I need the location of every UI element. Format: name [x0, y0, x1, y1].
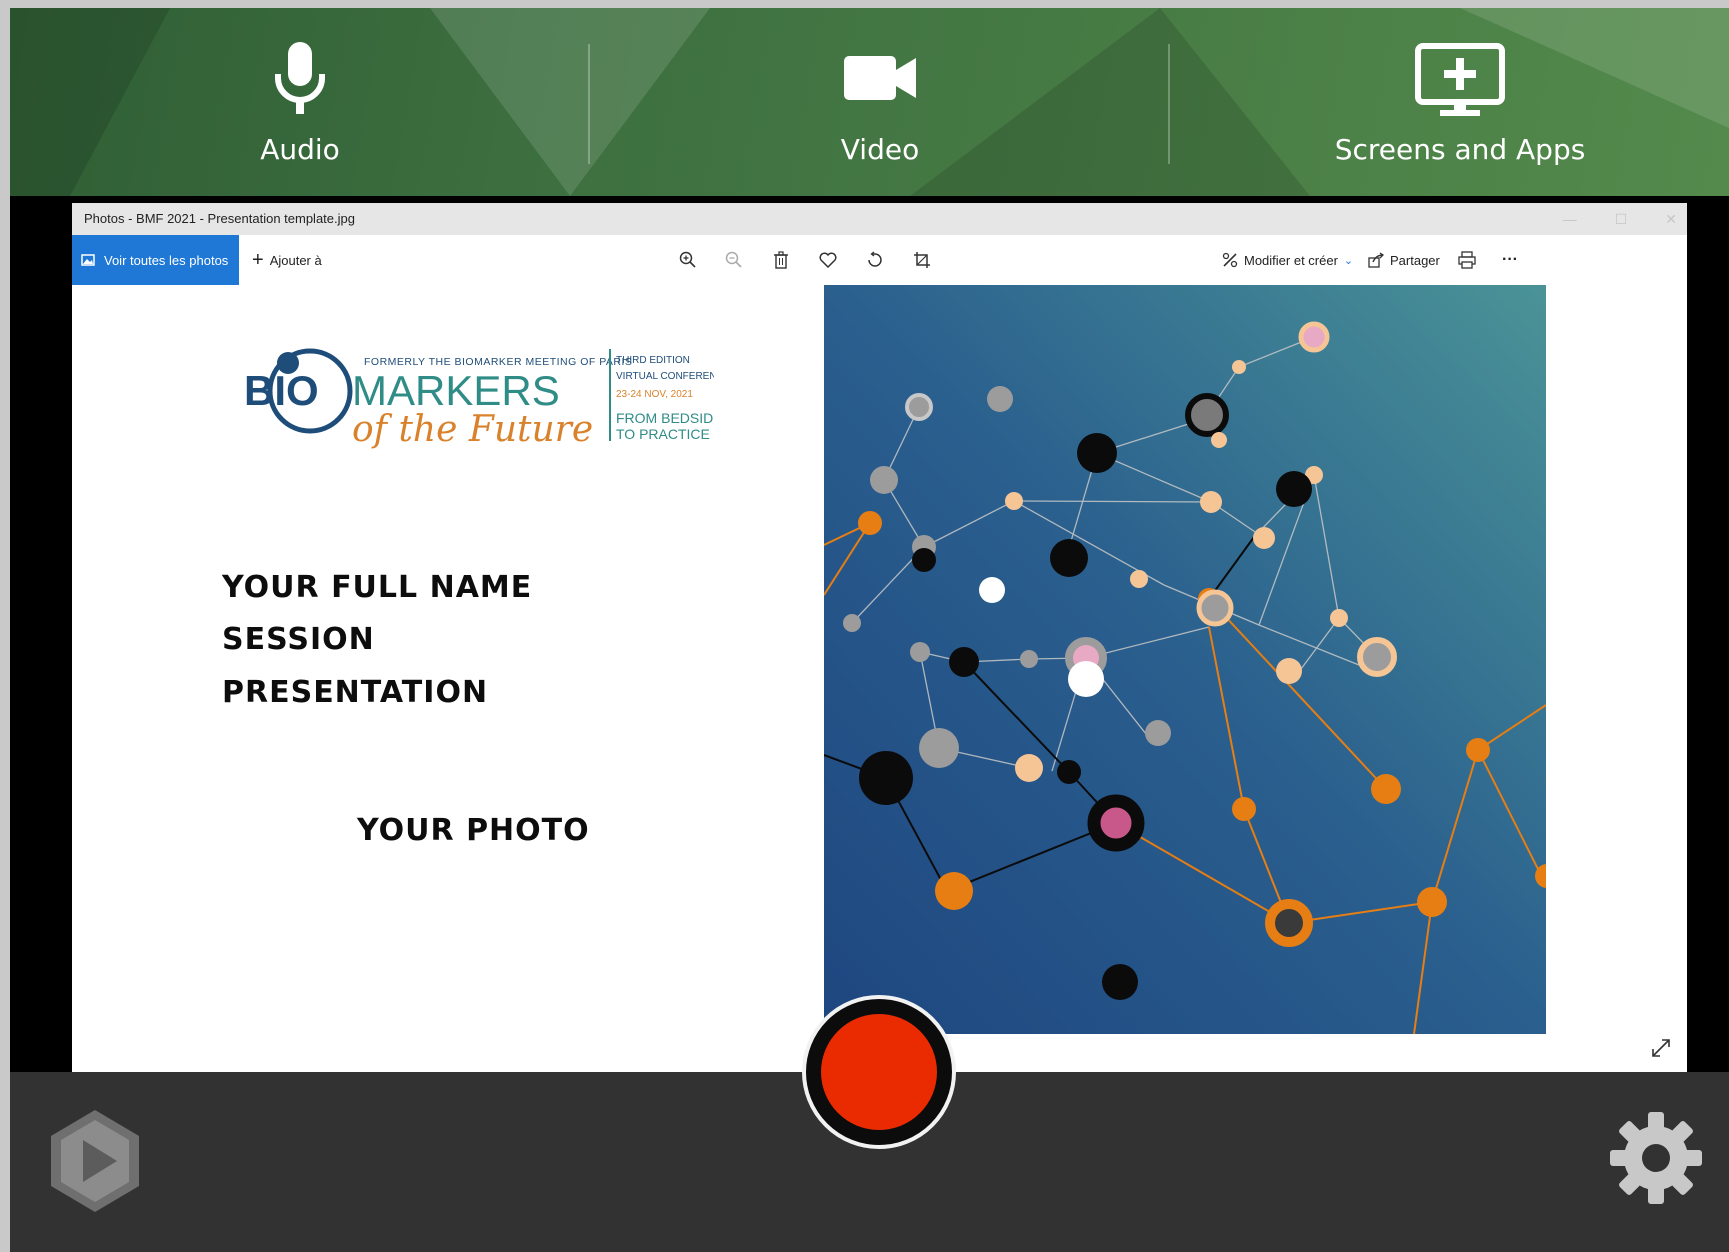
source-bar: Audio Video Screens and Apps: [10, 8, 1729, 196]
session-line: SESSION: [222, 622, 375, 657]
video-source-button[interactable]: Video: [590, 8, 1170, 196]
photo-line: YOUR PHOTO: [357, 813, 590, 848]
screen-preview: Photos - BMF 2021 - Presentation templat…: [10, 196, 1729, 1072]
logo-edition: THIRD EDITION: [616, 355, 690, 366]
panopto-logo-icon: [51, 1110, 139, 1212]
edit-create-button[interactable]: Modifier et créer ⌄: [1222, 235, 1353, 285]
edit-create-label: Modifier et créer: [1244, 252, 1338, 268]
screens-apps-label: Screens and Apps: [1334, 133, 1586, 166]
crop-icon[interactable]: [910, 248, 934, 272]
logo-tagline: FORMERLY THE BIOMARKER MEETING OF PARIS: [364, 356, 632, 368]
zoom-in-icon[interactable]: [676, 248, 700, 272]
more-icon: ···: [1502, 251, 1518, 268]
presentation-line: PRESENTATION: [222, 675, 489, 710]
logo-dates: 23-24 NOV, 2021: [616, 389, 693, 400]
audio-label: Audio: [260, 133, 340, 166]
close-icon[interactable]: ✕: [1665, 211, 1677, 228]
share-button[interactable]: Partager: [1368, 235, 1440, 285]
chevron-down-icon: ⌄: [1343, 254, 1354, 267]
logo-markers: MARKERS: [352, 367, 560, 414]
video-camera-icon: [844, 56, 916, 100]
more-options-button[interactable]: ···: [1502, 235, 1518, 285]
maximize-icon[interactable]: ☐: [1615, 211, 1628, 228]
logo-script: of the Future: [352, 409, 593, 450]
photos-toolbar: Voir toutes les photos + Ajouter à Modif…: [72, 235, 1687, 285]
print-icon[interactable]: [1455, 248, 1479, 272]
add-to-button[interactable]: + Ajouter à: [252, 235, 322, 285]
expand-icon[interactable]: [1649, 1036, 1673, 1060]
photo-gallery-icon: [81, 254, 95, 266]
logo-conference: VIRTUAL CONFERENCE: [616, 371, 714, 382]
presentation-slide: BIO MARKERS FORMERLY THE BIOMARKER MEETI…: [72, 285, 1687, 1072]
biomarkers-logo: BIO MARKERS FORMERLY THE BIOMARKER MEETI…: [244, 348, 714, 450]
audio-source-button[interactable]: Audio: [10, 8, 590, 196]
video-label: Video: [840, 133, 920, 166]
zoom-out-icon[interactable]: [722, 248, 746, 272]
favorite-icon[interactable]: [816, 248, 840, 272]
logo-bio: BIO: [244, 367, 319, 414]
share-icon: [1368, 252, 1384, 268]
share-label: Partager: [1390, 252, 1440, 268]
edit-icon: [1222, 252, 1238, 268]
see-all-photos-button[interactable]: Voir toutes les photos: [72, 235, 239, 285]
settings-gear-icon[interactable]: [1606, 1108, 1706, 1208]
minimize-icon[interactable]: —: [1563, 211, 1577, 227]
microphone-icon: [275, 42, 325, 114]
recorder-app: Audio Video Screens and Apps Photos - BM…: [10, 8, 1729, 1252]
window-controls: — ☐ ✕: [1563, 203, 1677, 235]
record-dot: [821, 1014, 937, 1130]
logo-motto-1: FROM BEDSIDE: [616, 410, 714, 426]
record-button[interactable]: [802, 995, 956, 1149]
logo-motto-2: TO PRACTICE: [616, 426, 710, 442]
delete-icon[interactable]: [769, 248, 793, 272]
screen-add-icon: [1415, 43, 1505, 116]
screens-apps-source-button[interactable]: Screens and Apps: [1170, 8, 1729, 196]
full-name-line: YOUR FULL NAME: [222, 570, 533, 605]
add-to-label: Ajouter à: [269, 252, 322, 268]
photos-app-window: Photos - BMF 2021 - Presentation templat…: [72, 203, 1687, 1072]
see-all-photos-label: Voir toutes les photos: [104, 252, 229, 268]
rotate-icon[interactable]: [863, 248, 887, 272]
molecular-network-image: [824, 285, 1546, 1034]
window-title: Photos - BMF 2021 - Presentation templat…: [72, 203, 1687, 235]
plus-icon: +: [252, 249, 264, 271]
